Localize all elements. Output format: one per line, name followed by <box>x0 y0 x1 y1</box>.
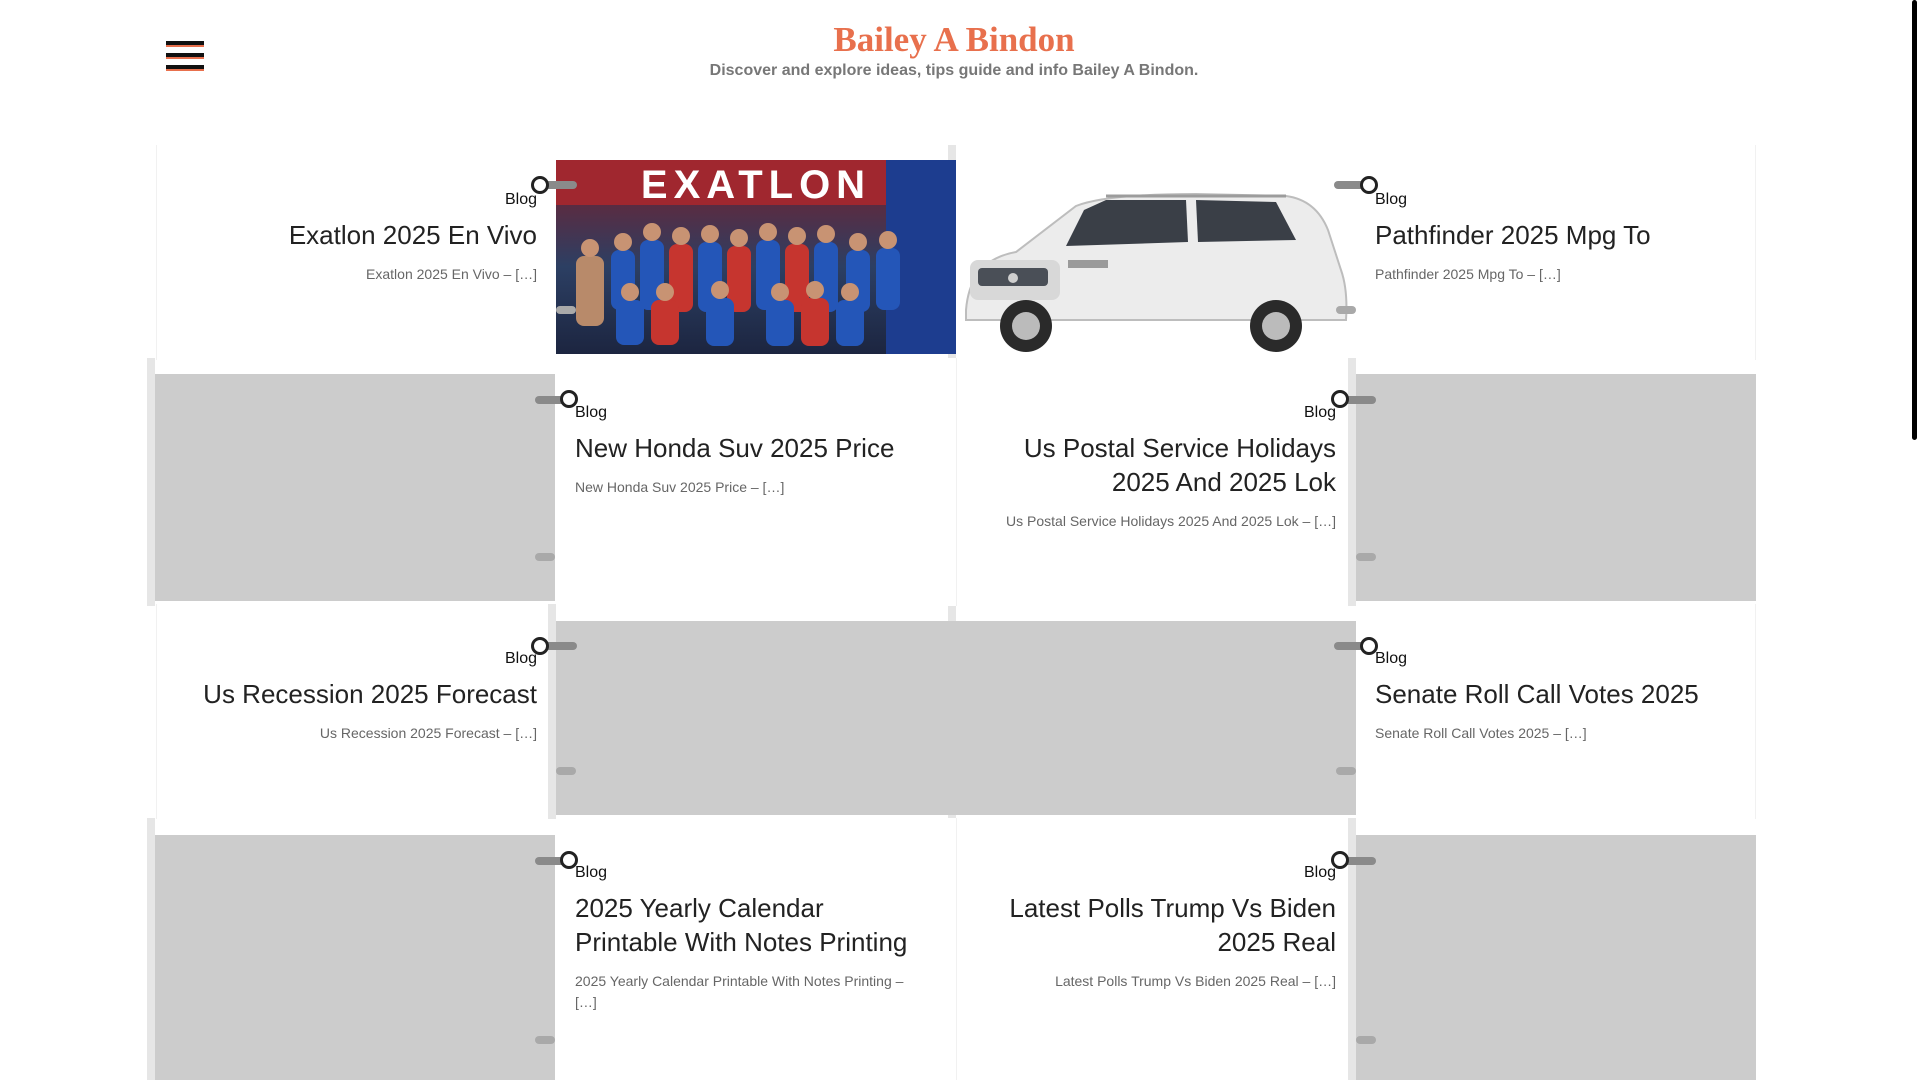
card-handle <box>1336 306 1356 314</box>
pin-icon <box>1360 176 1378 194</box>
post-category-link[interactable]: Blog <box>575 864 925 882</box>
post-excerpt: Us Postal Service Holidays 2025 And 2025… <box>1006 513 1336 529</box>
white-suv-photo <box>956 160 1356 354</box>
pin-icon <box>1360 637 1378 655</box>
card-handle <box>535 1036 555 1044</box>
site-description: Discover and explore ideas, tips guide a… <box>709 62 1199 79</box>
post-excerpt: New Honda Suv 2025 Price – […] <box>575 479 785 495</box>
post-thumbnail-placeholder[interactable] <box>155 374 555 601</box>
post-excerpt: Latest Polls Trump Vs Biden 2025 Real – … <box>1055 973 1336 989</box>
post-card: Blog Exatlon 2025 En Vivo Exatlon 2025 E… <box>156 145 556 360</box>
scrollbar-thumb[interactable] <box>1912 0 1917 440</box>
card-handle <box>1356 553 1376 561</box>
pin-icon <box>1331 390 1349 408</box>
post-category-link[interactable]: Blog <box>986 864 1336 882</box>
exatlon-group-photo: EXATLON <box>556 160 956 354</box>
post-card: Blog Us Postal Service Holidays 2025 And… <box>956 358 1348 606</box>
page-scrollbar[interactable] <box>1910 0 1920 1080</box>
post-excerpt: Exatlon 2025 En Vivo – […] <box>366 266 537 282</box>
post-card: Blog 2025 Yearly Calendar Printable With… <box>556 818 956 1080</box>
card-handle <box>1336 767 1356 775</box>
post-category-link[interactable]: Blog <box>986 404 1336 422</box>
post-card: Blog New Honda Suv 2025 Price New Honda … <box>556 358 956 606</box>
post-card: Blog Senate Roll Call Votes 2025 Senate … <box>1356 604 1756 819</box>
post-category-link[interactable]: Blog <box>187 650 537 668</box>
post-title-link[interactable]: Latest Polls Trump Vs Biden 2025 Real <box>986 891 1336 959</box>
svg-text:EXATLON: EXATLON <box>641 163 871 207</box>
post-title-link[interactable]: Exatlon 2025 En Vivo <box>197 218 537 252</box>
post-category-link[interactable]: Blog <box>1375 191 1715 209</box>
post-category-link[interactable]: Blog <box>197 191 537 209</box>
card-handle <box>556 306 576 314</box>
post-thumbnail-pathfinder[interactable] <box>956 160 1356 354</box>
post-title-link[interactable]: Us Postal Service Holidays 2025 And 2025… <box>986 431 1336 499</box>
post-thumbnail-placeholder[interactable] <box>1356 374 1756 601</box>
site-title[interactable]: Bailey A Bindon <box>0 20 1908 60</box>
post-excerpt: Senate Roll Call Votes 2025 – […] <box>1375 725 1587 741</box>
card-handle <box>556 767 576 775</box>
pin-icon <box>531 637 549 655</box>
post-title-link[interactable]: Us Recession 2025 Forecast <box>187 677 537 711</box>
frame-strip <box>147 818 155 1080</box>
card-handle <box>1356 1036 1376 1044</box>
post-category-link[interactable]: Blog <box>1375 650 1715 668</box>
post-card: Blog Latest Polls Trump Vs Biden 2025 Re… <box>956 818 1348 1080</box>
frame-strip <box>548 604 556 819</box>
pin-icon <box>531 176 549 194</box>
post-title-link[interactable]: Pathfinder 2025 Mpg To <box>1375 218 1715 252</box>
post-thumbnail-placeholder[interactable] <box>1356 835 1756 1080</box>
post-thumbnail-exatlon[interactable]: EXATLON <box>556 160 956 354</box>
post-title-link[interactable]: New Honda Suv 2025 Price <box>575 431 925 465</box>
frame-strip <box>147 358 155 606</box>
post-thumbnail-placeholder[interactable] <box>556 621 1356 815</box>
post-excerpt: Pathfinder 2025 Mpg To – […] <box>1375 266 1561 282</box>
post-excerpt: Us Recession 2025 Forecast – […] <box>319 725 537 741</box>
post-title-link[interactable]: 2025 Yearly Calendar Printable With Note… <box>575 891 925 959</box>
pin-icon <box>560 851 578 869</box>
post-thumbnail-placeholder[interactable] <box>155 835 555 1080</box>
post-excerpt: 2025 Yearly Calendar Printable With Note… <box>575 973 904 1010</box>
pin-icon <box>560 390 578 408</box>
post-category-link[interactable]: Blog <box>575 404 925 422</box>
post-title-link[interactable]: Senate Roll Call Votes 2025 <box>1375 677 1715 711</box>
card-handle <box>535 553 555 561</box>
post-card: Blog Pathfinder 2025 Mpg To Pathfinder 2… <box>1356 145 1756 360</box>
pin-icon <box>1331 851 1349 869</box>
post-card: Blog Us Recession 2025 Forecast Us Reces… <box>156 604 548 819</box>
